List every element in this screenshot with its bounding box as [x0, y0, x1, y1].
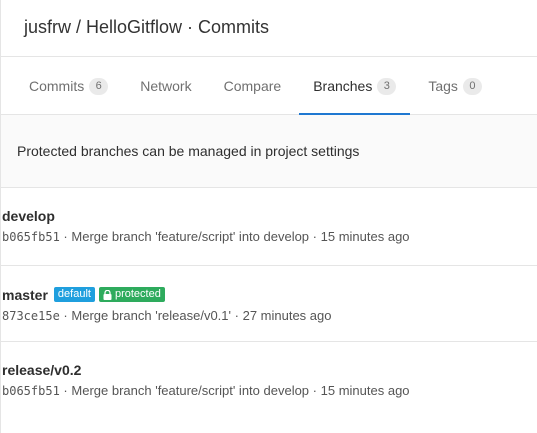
tab-label: Branches — [313, 77, 373, 94]
tab-label: Compare — [223, 77, 282, 94]
branch-name-line: master default protected — [2, 286, 537, 303]
branch-name-link[interactable]: release/v0.2 — [2, 362, 81, 378]
branch-item: master default protected 873ce15e · Merg… — [1, 266, 537, 342]
commit-sha-link[interactable]: b065fb51 — [2, 384, 60, 398]
nav-tabs: Commits 6 Network Compare Branches 3 Tag… — [1, 57, 537, 115]
branch-name-link[interactable]: master — [2, 287, 48, 303]
separator: · — [234, 308, 239, 323]
page: jusfrw / HelloGitflow · Commits Commits … — [0, 0, 537, 433]
lock-icon — [103, 289, 112, 300]
commit-message-link[interactable]: Merge branch 'release/v0.1' — [71, 308, 231, 323]
page-title: jusfrw / HelloGitflow · Commits — [24, 17, 270, 37]
protected-badge: protected — [98, 287, 165, 302]
tab-count-badge: 6 — [89, 78, 109, 95]
branch-name-line: release/v0.2 — [2, 361, 537, 378]
branch-item: release/v0.2 b065fb51 · Merge branch 'fe… — [1, 342, 537, 432]
tab-count-badge: 3 — [377, 78, 397, 95]
commit-time: 15 minutes ago — [320, 229, 410, 244]
tab-commits[interactable]: Commits 6 — [15, 57, 122, 114]
commit-message-link[interactable]: Merge branch 'feature/script' into devel… — [71, 383, 309, 398]
branch-item: develop b065fb51 · Merge branch 'feature… — [1, 188, 537, 266]
tab-label: Commits — [29, 77, 85, 94]
separator: · — [63, 383, 68, 398]
protected-branches-info: Protected branches can be managed in pro… — [1, 115, 537, 188]
commit-message-link[interactable]: Merge branch 'feature/script' into devel… — [71, 229, 309, 244]
commit-time: 27 minutes ago — [242, 308, 332, 323]
tab-network[interactable]: Network — [126, 57, 205, 114]
commit-sha-link[interactable]: 873ce15e — [2, 309, 60, 323]
info-text: Protected branches can be managed in pro… — [17, 143, 360, 159]
tab-count-badge: 0 — [462, 78, 482, 95]
title-bar: jusfrw / HelloGitflow · Commits — [1, 0, 537, 57]
tab-tags[interactable]: Tags 0 — [414, 57, 496, 114]
separator: · — [63, 229, 68, 244]
commit-time: 15 minutes ago — [320, 383, 410, 398]
tab-label: Tags — [428, 77, 458, 94]
branch-name-line: develop — [2, 207, 537, 224]
protected-badge-label: protected — [114, 288, 161, 300]
tab-branches[interactable]: Branches 3 — [299, 57, 411, 115]
separator: · — [312, 383, 318, 398]
commit-line: b065fb51 · Merge branch 'feature/script'… — [2, 383, 537, 398]
commit-sha-link[interactable]: b065fb51 — [2, 230, 60, 244]
branch-list: develop b065fb51 · Merge branch 'feature… — [1, 188, 537, 432]
commit-line: 873ce15e · Merge branch 'release/v0.1' ·… — [2, 308, 537, 323]
commit-line: b065fb51 · Merge branch 'feature/script'… — [2, 229, 537, 244]
separator: · — [312, 229, 318, 244]
tab-compare[interactable]: Compare — [210, 57, 296, 114]
separator: · — [63, 308, 68, 323]
default-badge: default — [53, 287, 95, 302]
tab-label: Network — [140, 77, 192, 94]
branch-name-link[interactable]: develop — [2, 208, 55, 224]
